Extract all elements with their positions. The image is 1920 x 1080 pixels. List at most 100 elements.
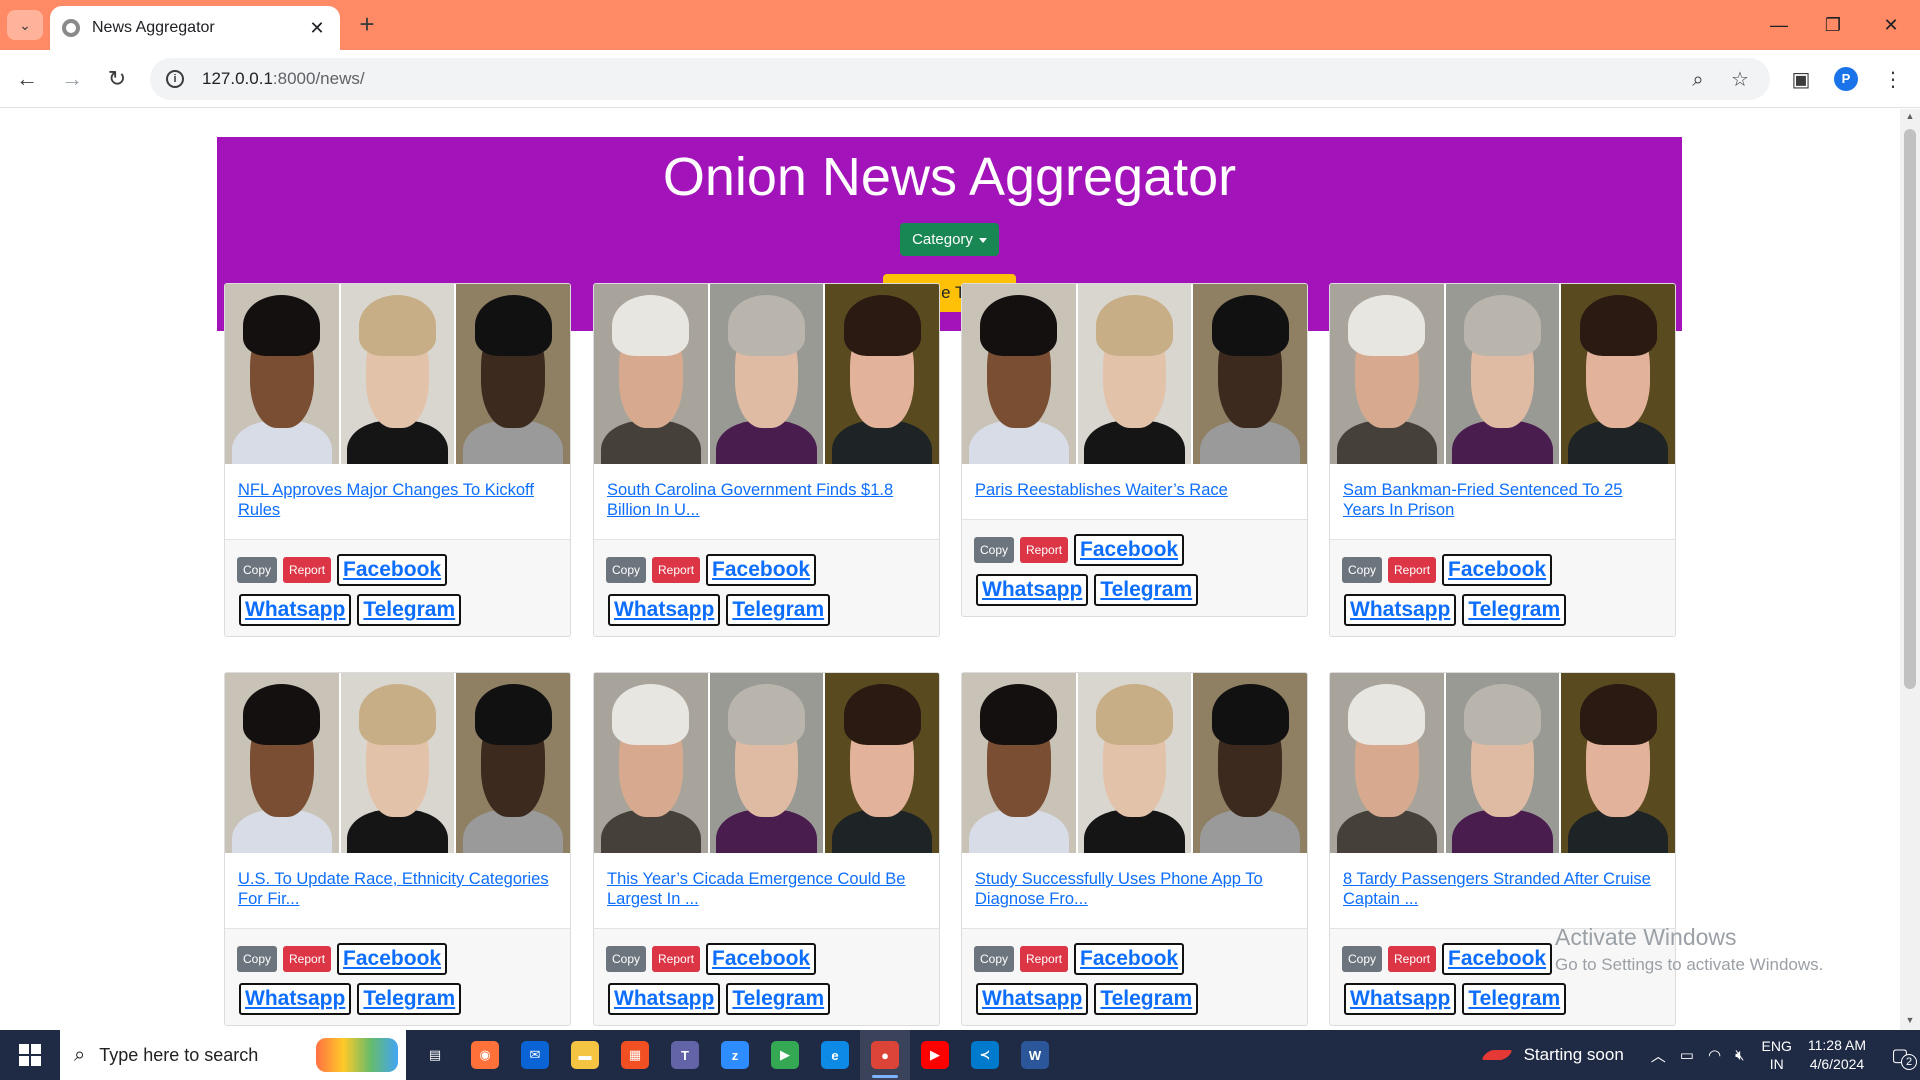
watermark-subtitle: Go to Settings to activate Windows. <box>1555 955 1824 974</box>
show-hidden-icons-chevron-up-icon[interactable]: ︿ <box>1651 1045 1666 1066</box>
report-button[interactable]: Report <box>652 557 701 583</box>
scrollbar-thumb[interactable] <box>1904 129 1916 689</box>
copy-button[interactable]: Copy <box>237 946 278 972</box>
copy-button[interactable]: Copy <box>974 537 1015 563</box>
whatsapp-share-link[interactable]: Whatsapp <box>608 594 721 626</box>
profile-avatar[interactable]: P <box>1834 67 1858 91</box>
page-scrollbar[interactable]: ▲ ▼ <box>1900 109 1920 1030</box>
facebook-share-link[interactable]: Facebook <box>706 943 817 975</box>
taskbar-file-explorer-button[interactable]: ▬ <box>560 1030 610 1080</box>
copy-button[interactable]: Copy <box>606 946 647 972</box>
browser-menu-icon[interactable]: ⋮ <box>1879 66 1907 94</box>
whatsapp-share-link[interactable]: Whatsapp <box>1344 983 1457 1015</box>
battery-icon[interactable]: ▭ <box>1680 1046 1694 1064</box>
facebook-share-link[interactable]: Facebook <box>1442 943 1553 975</box>
telegram-share-link[interactable]: Telegram <box>357 594 462 626</box>
volume-muted-icon[interactable]: 🔇︎ <box>1735 1047 1744 1064</box>
clock[interactable]: 11:28 AM 4/6/2024 <box>1808 1036 1866 1074</box>
copy-button[interactable]: Copy <box>974 946 1015 972</box>
taskbar-edge-button[interactable]: e <box>810 1030 860 1080</box>
close-window-button[interactable]: ✕ <box>1868 8 1914 42</box>
address-url[interactable]: 127.0.0.1:8000/news/ <box>202 69 365 89</box>
address-bar[interactable]: i 127.0.0.1:8000/news/ <box>150 58 1770 100</box>
news-headline-link[interactable]: Sam Bankman-Fried Sentenced To 25 Years … <box>1343 481 1622 519</box>
news-headline-link[interactable]: 8 Tardy Passengers Stranded After Cruise… <box>1343 870 1651 908</box>
taskbar-youtube-button[interactable]: ▶ <box>910 1030 960 1080</box>
notification-center-button[interactable]: ▢ 2 <box>1880 1030 1920 1080</box>
report-button[interactable]: Report <box>283 946 332 972</box>
report-button[interactable]: Report <box>283 557 332 583</box>
taskbar-firefox-button[interactable]: ◉ <box>460 1030 510 1080</box>
restore-window-button[interactable]: ❐ <box>1810 8 1856 42</box>
category-dropdown-button[interactable]: Category <box>900 223 999 256</box>
news-headline-link[interactable]: Paris Reestablishes Waiter’s Race <box>975 481 1228 499</box>
facebook-share-link[interactable]: Facebook <box>1442 554 1553 586</box>
taskbar-chrome-button[interactable]: ● <box>860 1030 910 1080</box>
bookmark-star-icon[interactable]: ☆ <box>1726 66 1754 94</box>
whatsapp-share-link[interactable]: Whatsapp <box>976 574 1089 606</box>
whatsapp-share-link[interactable]: Whatsapp <box>239 983 352 1015</box>
taskbar-teams-button[interactable]: T <box>660 1030 710 1080</box>
copy-button[interactable]: Copy <box>606 557 647 583</box>
facebook-share-link[interactable]: Facebook <box>1074 943 1185 975</box>
taskbar-word-button[interactable]: W <box>1010 1030 1060 1080</box>
taskbar-microsoft-store-button[interactable]: ▦ <box>610 1030 660 1080</box>
new-tab-button[interactable]: + <box>352 10 382 40</box>
reload-button[interactable]: ↻ <box>100 62 134 96</box>
telegram-share-link[interactable]: Telegram <box>1462 983 1567 1015</box>
start-button[interactable] <box>0 1030 60 1080</box>
telegram-share-link[interactable]: Telegram <box>1094 983 1199 1015</box>
portrait-hair <box>1211 683 1289 745</box>
facebook-share-link[interactable]: Facebook <box>337 943 448 975</box>
close-tab-icon[interactable]: ✕ <box>306 18 328 39</box>
whatsapp-share-link[interactable]: Whatsapp <box>239 594 352 626</box>
weather-widget[interactable]: Starting soon <box>1481 1045 1624 1065</box>
news-headline-link[interactable]: NFL Approves Major Changes To Kickoff Ru… <box>238 481 534 519</box>
portrait-photo <box>594 673 710 853</box>
forward-button[interactable]: → <box>55 62 89 96</box>
site-info-icon[interactable]: i <box>166 70 184 88</box>
telegram-share-link[interactable]: Telegram <box>726 594 831 626</box>
telegram-share-link[interactable]: Telegram <box>1462 594 1567 626</box>
url-host: 127.0.0.1 <box>202 69 273 88</box>
side-panel-icon[interactable]: ▣ <box>1787 66 1815 94</box>
taskbar-google-play-button[interactable]: ▶ <box>760 1030 810 1080</box>
zoom-icon[interactable]: ⌕ <box>1684 66 1712 94</box>
copy-button[interactable]: Copy <box>237 557 278 583</box>
taskbar-vscode-button[interactable]: ≺ <box>960 1030 1010 1080</box>
minimize-window-button[interactable]: ― <box>1756 8 1802 42</box>
facebook-share-link[interactable]: Facebook <box>337 554 448 586</box>
taskbar-task-view-button[interactable]: ▤ <box>410 1030 460 1080</box>
taskbar-zoom-button[interactable]: z <box>710 1030 760 1080</box>
scroll-up-icon[interactable]: ▲ <box>1904 111 1916 121</box>
scroll-down-icon[interactable]: ▼ <box>1904 1015 1916 1025</box>
telegram-share-link[interactable]: Telegram <box>1094 574 1199 606</box>
wifi-icon[interactable]: ◠ <box>1708 1046 1721 1064</box>
facebook-share-link[interactable]: Facebook <box>1074 534 1185 566</box>
portrait-photo <box>1561 284 1675 464</box>
report-button[interactable]: Report <box>1020 946 1069 972</box>
news-headline-link[interactable]: U.S. To Update Race, Ethnicity Categorie… <box>238 870 549 908</box>
telegram-share-link[interactable]: Telegram <box>357 983 462 1015</box>
browser-tab[interactable]: News Aggregator ✕ <box>50 6 340 50</box>
report-button[interactable]: Report <box>1388 557 1437 583</box>
whatsapp-share-link[interactable]: Whatsapp <box>976 983 1089 1015</box>
copy-button[interactable]: Copy <box>1342 557 1383 583</box>
whatsapp-share-link[interactable]: Whatsapp <box>1344 594 1457 626</box>
portrait-hair <box>843 294 921 356</box>
copy-button[interactable]: Copy <box>1342 946 1383 972</box>
back-button[interactable]: ← <box>10 62 44 96</box>
report-button[interactable]: Report <box>1020 537 1069 563</box>
news-headline-link[interactable]: South Carolina Government Finds $1.8 Bil… <box>607 481 893 519</box>
telegram-share-link[interactable]: Telegram <box>726 983 831 1015</box>
facebook-share-link[interactable]: Facebook <box>706 554 817 586</box>
taskbar-mail-button[interactable]: ✉ <box>510 1030 560 1080</box>
whatsapp-share-link[interactable]: Whatsapp <box>608 983 721 1015</box>
news-headline-link[interactable]: This Year’s Cicada Emergence Could Be La… <box>607 870 905 908</box>
input-language[interactable]: ENG IN <box>1762 1037 1792 1073</box>
news-headline-link[interactable]: Study Successfully Uses Phone App To Dia… <box>975 870 1263 908</box>
report-button[interactable]: Report <box>652 946 701 972</box>
tab-search-button[interactable]: ⌄ <box>7 10 43 40</box>
taskbar-search[interactable]: ⌕ Type here to search <box>60 1030 406 1080</box>
report-button[interactable]: Report <box>1388 946 1437 972</box>
